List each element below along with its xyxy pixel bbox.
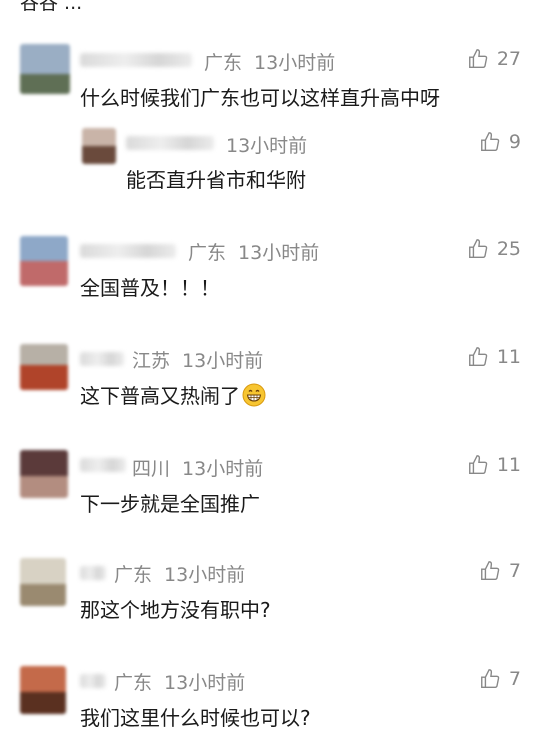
thumbs-up-icon <box>468 455 488 474</box>
comment-time: 13小时前 <box>182 350 264 372</box>
grinning-emoji-icon <box>242 383 266 407</box>
avatar[interactable] <box>20 450 68 498</box>
comment-text-content: 这下普高又热闹了 <box>80 384 240 408</box>
avatar[interactable] <box>20 558 66 606</box>
thumbs-up-icon <box>468 239 488 258</box>
like-button[interactable]: 27 <box>467 48 521 70</box>
like-count: 11 <box>496 454 521 476</box>
like-button[interactable]: 11 <box>467 346 521 368</box>
username[interactable] <box>80 566 106 580</box>
avatar[interactable] <box>82 128 116 164</box>
comment-time: 13小时前 <box>164 672 246 694</box>
like-count: 9 <box>508 131 521 153</box>
like-button[interactable]: 25 <box>467 238 521 260</box>
like-count: 7 <box>508 668 521 690</box>
comment-region: 江苏 <box>132 350 171 372</box>
comment-time: 13小时前 <box>182 458 264 480</box>
comment-region: 广东 <box>114 672 153 694</box>
username[interactable] <box>80 244 176 258</box>
avatar[interactable] <box>20 666 66 714</box>
comment-text: 什么时候我们广东也可以这样直升高中呀 <box>80 86 440 110</box>
username[interactable] <box>126 136 214 150</box>
comment-text: 全国普及！！！ <box>80 276 220 300</box>
comment-region: 四川 <box>132 458 171 480</box>
comment-time: 13小时前 <box>238 242 320 264</box>
thumbs-up-icon <box>468 49 488 68</box>
username[interactable] <box>80 352 124 366</box>
like-button[interactable]: 11 <box>467 454 521 476</box>
comment-text: 我们这里什么时候也可以? <box>80 706 311 730</box>
username[interactable] <box>80 458 126 472</box>
like-count: 7 <box>508 560 521 582</box>
comment-region: 广东 <box>204 52 243 74</box>
like-count: 11 <box>496 346 521 368</box>
avatar[interactable] <box>20 344 68 390</box>
comment-time: 13小时前 <box>254 52 336 74</box>
comment-region: 广东 <box>188 242 227 264</box>
like-button[interactable]: 7 <box>479 668 521 690</box>
avatar[interactable] <box>20 236 68 286</box>
comment-time: 13小时前 <box>164 564 246 586</box>
thumbs-up-icon <box>480 132 500 151</box>
like-button[interactable]: 9 <box>479 131 521 153</box>
comment-time: 13小时前 <box>226 135 308 157</box>
comment-text: 下一步就是全国推广 <box>80 492 260 516</box>
comment-text: 能否直升省市和华附 <box>126 168 306 192</box>
thumbs-up-icon <box>480 669 500 688</box>
thumbs-up-icon <box>480 561 500 580</box>
comment-region: 广东 <box>114 564 153 586</box>
username[interactable] <box>80 53 192 67</box>
comment-text: 这下普高又热闹了 <box>80 380 266 409</box>
like-count: 25 <box>496 238 521 260</box>
previous-comment-text: 谷谷 ... <box>20 0 83 14</box>
avatar[interactable] <box>20 44 70 94</box>
comment-text: 那这个地方没有职中? <box>80 598 271 622</box>
like-button[interactable]: 7 <box>479 560 521 582</box>
username[interactable] <box>80 674 106 688</box>
thumbs-up-icon <box>468 347 488 366</box>
like-count: 27 <box>496 48 521 70</box>
